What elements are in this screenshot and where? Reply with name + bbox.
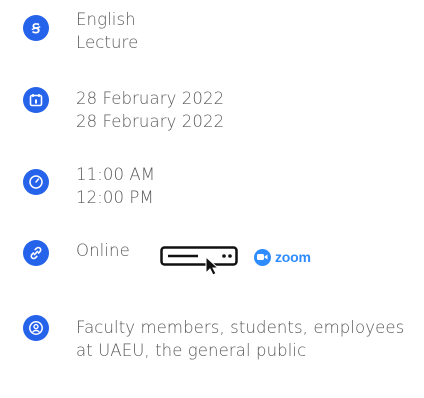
event-location-label: Online xyxy=(76,241,130,260)
event-start-time: 11:00 AM xyxy=(76,165,156,184)
link-icon xyxy=(23,240,49,266)
event-start-date: 28 February 2022 xyxy=(76,89,225,108)
zoom-wordmark: zoom xyxy=(275,249,311,265)
zoom-camera-icon xyxy=(254,248,271,266)
click-here-icon[interactable] xyxy=(160,246,246,276)
event-time-text: 11:00 AM 12:00 PM xyxy=(76,163,155,209)
event-end-time: 12:00 PM xyxy=(76,188,154,207)
event-language-text: English Lecture xyxy=(76,8,138,54)
calendar-icon xyxy=(23,87,49,113)
clock-icon xyxy=(23,169,49,195)
event-end-date: 28 February 2022 xyxy=(76,112,225,131)
language-icon: Ꞩ xyxy=(23,15,49,41)
event-audience-text: Faculty members, students, employees at … xyxy=(76,318,405,360)
svg-text:Ꞩ: Ꞩ xyxy=(31,22,41,36)
users-icon xyxy=(23,315,49,341)
event-type: Lecture xyxy=(76,33,139,52)
zoom-logo[interactable]: zoom xyxy=(254,247,311,267)
event-date-text: 28 February 2022 28 February 2022 xyxy=(76,87,224,133)
event-language: English xyxy=(76,10,136,29)
